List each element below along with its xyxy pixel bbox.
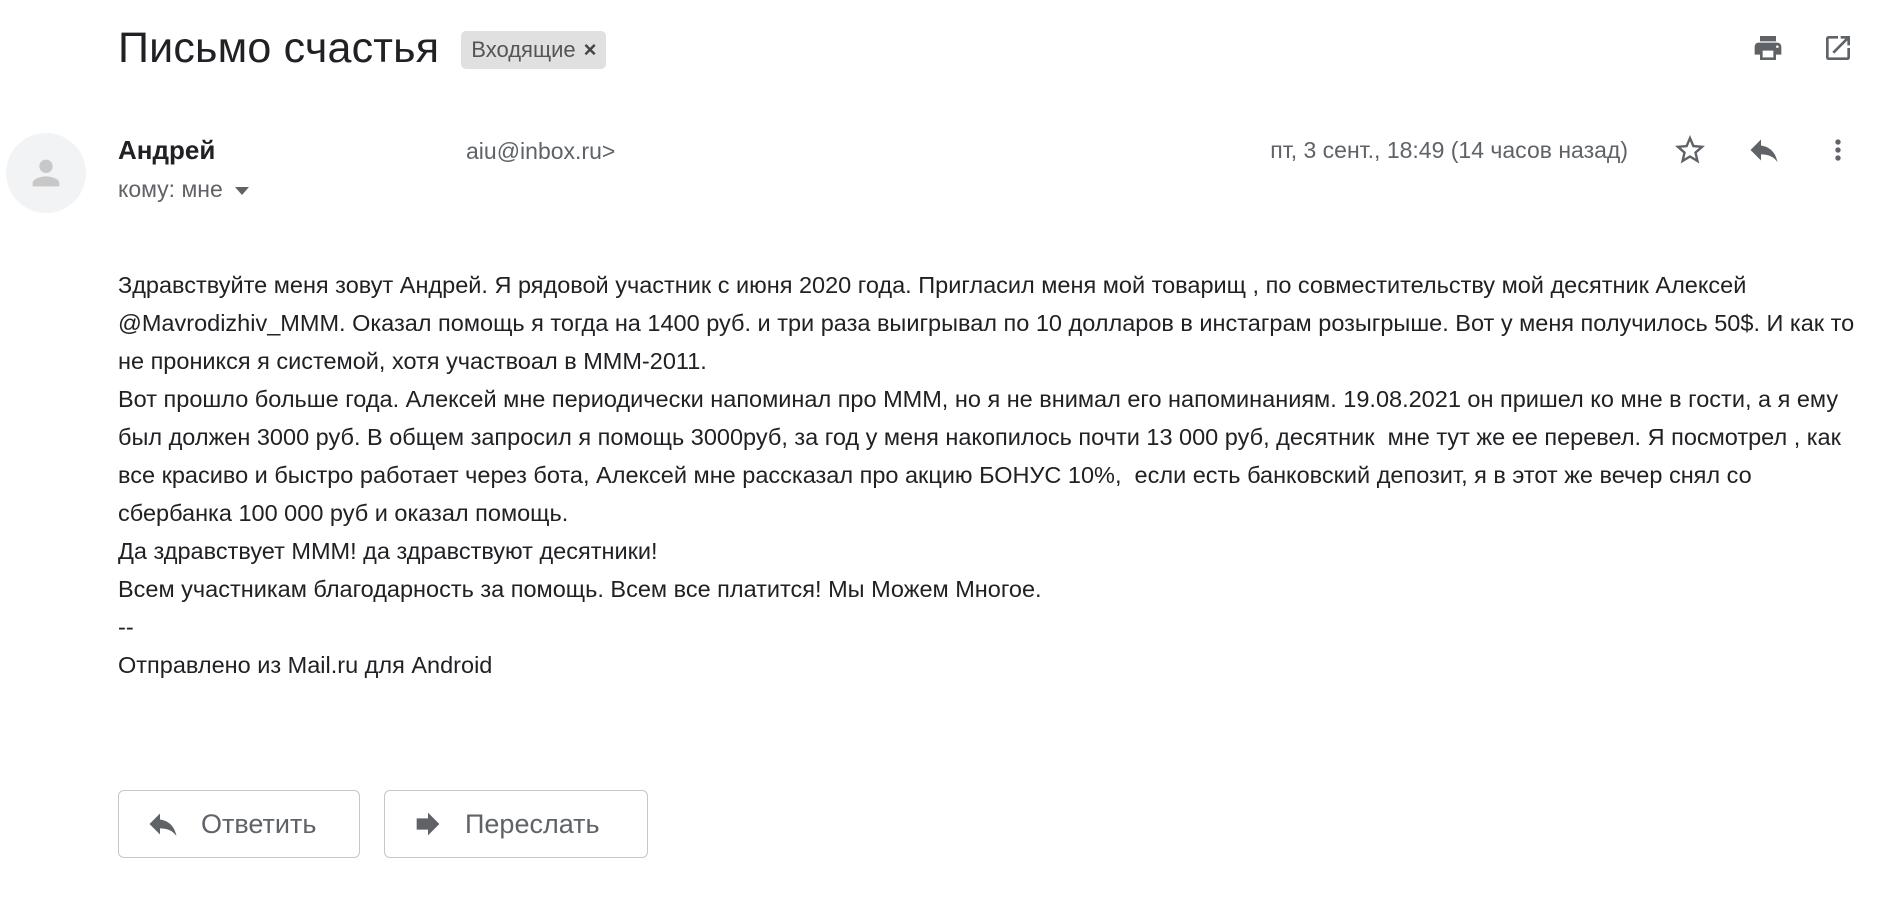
message-meta: пт, 3 сент., 18:49 (14 часов назад)	[1270, 132, 1856, 168]
bottom-actions: Ответить Переслать	[118, 790, 648, 858]
body-paragraph: Здравствуйте меня зовут Андрей. Я рядово…	[118, 272, 1861, 374]
message-body: Здравствуйте меня зовут Андрей. Я рядово…	[118, 266, 1858, 684]
remove-label-icon[interactable]: ×	[584, 39, 597, 61]
email-subject: Письмо счастья	[118, 24, 440, 72]
signature: Отправлено из Mail.ru для Android	[118, 652, 493, 678]
body-paragraph: Да здравствует МММ! да здравствуют десят…	[118, 538, 658, 564]
more-vert-icon	[1835, 139, 1841, 161]
star-button[interactable]	[1672, 132, 1708, 168]
subject-row: Письмо счастья Входящие ×	[118, 18, 607, 78]
label-chip-inbox[interactable]: Входящие ×	[461, 31, 607, 69]
sender-name: Андрей	[118, 135, 216, 165]
reply-icon	[1750, 139, 1778, 162]
forward-button-label: Переслать	[465, 808, 600, 839]
star-icon	[1675, 135, 1705, 164]
open-in-new-window-icon	[1826, 36, 1850, 60]
reply-button[interactable]: Ответить	[118, 790, 360, 858]
print-button[interactable]	[1750, 30, 1786, 66]
email-view: Письмо счастья Входящие × Андрей aiu@inb…	[0, 0, 1882, 908]
label-chip-text: Входящие	[471, 37, 576, 62]
reply-icon	[149, 813, 177, 836]
recipients-toggle[interactable]: кому: мне	[118, 176, 249, 203]
forward-icon	[416, 812, 440, 836]
message-date: пт, 3 сент., 18:49 (14 часов назад)	[1270, 136, 1628, 163]
person-icon	[32, 159, 60, 187]
reply-icon-button[interactable]	[1746, 132, 1782, 168]
signature-separator: --	[118, 614, 134, 640]
body-paragraph: Всем участникам благодарность за помощь.…	[118, 576, 1042, 602]
sender-email: aiu@inbox.ru>	[466, 138, 616, 164]
open-in-new-window-button[interactable]	[1820, 30, 1856, 66]
reply-button-label: Ответить	[201, 808, 317, 839]
forward-button[interactable]: Переслать	[384, 790, 648, 858]
chevron-down-icon	[234, 186, 249, 195]
avatar	[6, 133, 86, 213]
more-options-button[interactable]	[1820, 132, 1856, 168]
body-paragraph: Вот прошло больше года. Алексей мне пери…	[118, 386, 1848, 526]
print-icon	[1754, 36, 1782, 60]
recipients-label: кому: мне	[118, 176, 223, 202]
top-actions	[1750, 30, 1856, 66]
